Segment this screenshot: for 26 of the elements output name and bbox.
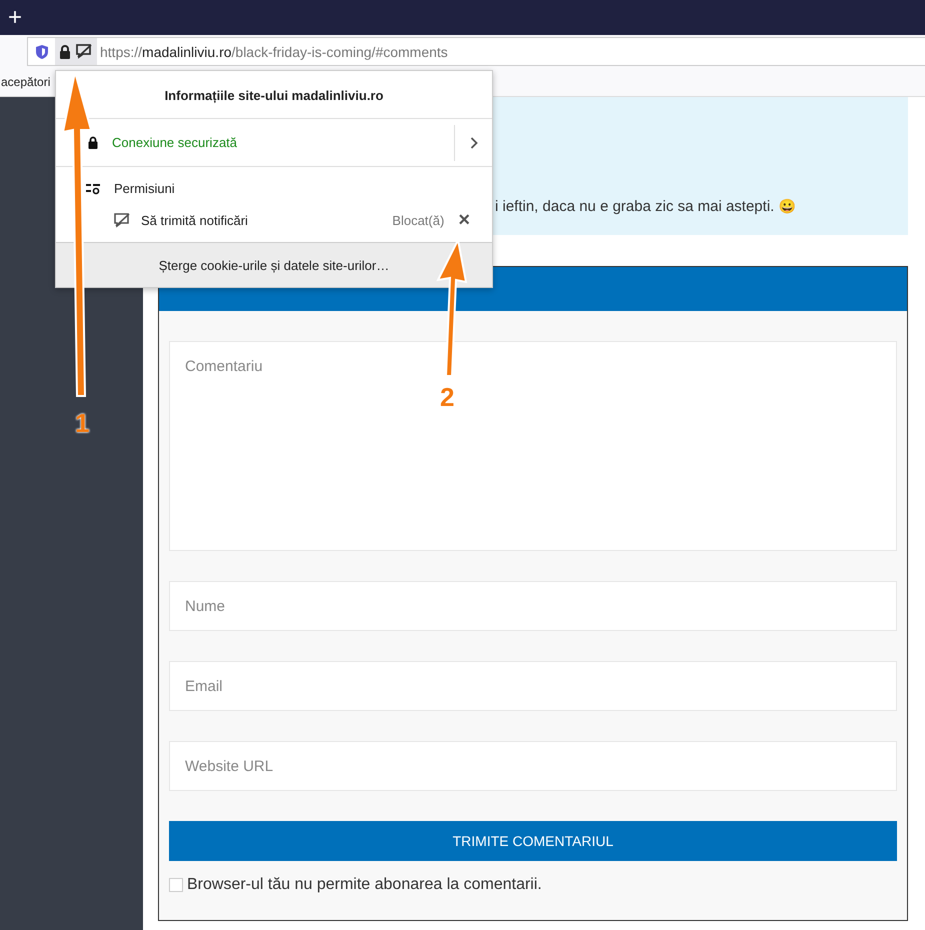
permission-status: Blocat(ă) <box>392 212 444 228</box>
comment-text: i ieftin, daca nu e graba zic sa mai astepti. 😀 <box>495 198 796 215</box>
bookmark-item[interactable]: acepători <box>1 75 50 89</box>
input-field[interactable]: Website URL <box>169 741 897 791</box>
checkbox-label: Browser-ul tău nu permite abonarea la comentarii. <box>187 876 542 894</box>
lock-icon[interactable] <box>59 44 71 58</box>
address-bar[interactable]: https://madalinliviu.ro/black-friday-is-coming/#comments <box>27 37 925 66</box>
lock-icon <box>88 136 98 149</box>
notification-blocked-icon[interactable] <box>76 44 93 59</box>
clear-cookies-button[interactable]: Șterge cookie-urile și datele site-urilor… <box>56 243 492 287</box>
input-field[interactable]: Nume <box>169 581 897 631</box>
checkbox[interactable] <box>169 878 183 892</box>
permission-label: Să trimită notificări <box>141 212 249 228</box>
permissions-heading: Permisiuni <box>114 181 175 196</box>
permissions-icon <box>86 182 100 194</box>
input-field[interactable]: Email <box>169 661 897 711</box>
new-tab-button[interactable]: + <box>0 6 30 30</box>
annotation-label: 1 <box>75 408 90 439</box>
connection-status[interactable]: Conexiune securizată <box>112 135 454 150</box>
url-text: https://madalinliviu.ro/black-friday-is-coming/#comments <box>100 44 448 60</box>
submit-button[interactable]: TRIMITE COMENTARIUL <box>169 821 897 861</box>
remove-permission-button[interactable]: × <box>454 210 492 230</box>
shield-icon[interactable] <box>35 44 49 60</box>
chevron-right-icon <box>470 136 478 148</box>
notification-blocked-icon <box>114 212 131 228</box>
annotation-label: 2 <box>440 382 454 413</box>
